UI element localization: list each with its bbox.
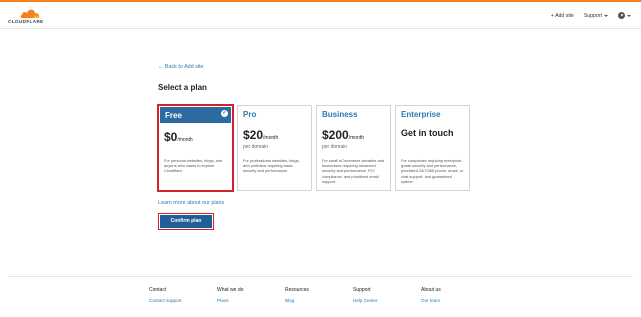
plan-card-pro[interactable]: Pro $20/month per domain For professiona…	[237, 105, 312, 191]
plan-price: $200/month	[322, 128, 364, 142]
back-to-add-site-link[interactable]: ← Back to Add site	[158, 64, 204, 70]
learn-more-plans-link[interactable]: Learn more about our plans	[158, 200, 224, 206]
user-menu[interactable]	[618, 12, 631, 19]
get-in-touch-label: Get in touch	[401, 128, 454, 138]
plan-card-free[interactable]: Free ✓ $0/month For personal websites, b…	[157, 104, 234, 192]
plan-description: For small eCommerce websites and busines…	[322, 158, 385, 184]
footer-heading: About us	[421, 287, 441, 293]
plan-price: $0/month	[164, 130, 193, 144]
footer-heading: What we do	[217, 287, 244, 293]
plan-cards: Free ✓ $0/month For personal websites, b…	[157, 104, 470, 192]
plan-per-domain: per domain	[243, 144, 269, 150]
support-label: Support	[583, 12, 602, 19]
cloudflare-logo[interactable]: CLOUDFLARE	[8, 8, 52, 26]
plan-per-domain: per domain	[322, 144, 348, 150]
confirm-plan-highlight: Confirm plan	[158, 213, 214, 230]
footer-heading: Contact	[149, 287, 167, 293]
footer-divider	[8, 276, 633, 277]
footer-link[interactable]: Blog	[285, 298, 309, 303]
plan-price: $20/month	[243, 128, 279, 142]
user-icon	[618, 12, 625, 19]
footer-column-contact: Contact Contact support	[149, 287, 181, 303]
support-menu[interactable]: Support	[584, 13, 608, 19]
footer-link[interactable]: Plans	[217, 298, 243, 303]
top-navigation-bar: CLOUDFLARE + Add site Support	[0, 2, 641, 29]
footer-heading: Resources	[285, 287, 309, 293]
footer-column-resources: Resources Blog	[285, 287, 309, 303]
checkmark-icon: ✓	[221, 110, 228, 117]
plan-description: For companies requiring enterprise-grade…	[401, 158, 464, 184]
footer-link[interactable]: Help Center	[353, 298, 378, 303]
plan-card-business[interactable]: Business $200/month per domain For small…	[316, 105, 391, 191]
add-site-link[interactable]: + Add site	[551, 13, 574, 19]
footer-column-about-us: About us Our team	[421, 287, 441, 303]
plan-card-enterprise[interactable]: Enterprise Get in touch For companies re…	[395, 105, 470, 191]
logo-wordmark: CLOUDFLARE	[8, 19, 44, 24]
plan-name: Enterprise	[401, 110, 441, 119]
page-title: Select a plan	[158, 83, 207, 92]
footer-column-what-we-do: What we do Plans	[217, 287, 243, 303]
confirm-plan-button[interactable]: Confirm plan	[160, 215, 212, 228]
footer-link[interactable]: Our team	[421, 298, 441, 303]
chevron-down-icon	[604, 14, 608, 17]
plan-description: For personal websites, blogs, and anyone…	[164, 158, 223, 174]
header-actions: + Add site Support	[551, 12, 631, 19]
plan-description: For professional websites, blogs, and po…	[243, 158, 300, 174]
footer-link[interactable]: Contact support	[149, 298, 181, 303]
plan-name: Pro	[243, 110, 257, 119]
plan-name: Business	[322, 110, 358, 119]
cloud-logo-icon	[20, 9, 40, 18]
chevron-down-icon	[627, 14, 631, 17]
footer-column-support: Support Help Center	[353, 287, 378, 303]
footer-heading: Support	[353, 287, 371, 293]
